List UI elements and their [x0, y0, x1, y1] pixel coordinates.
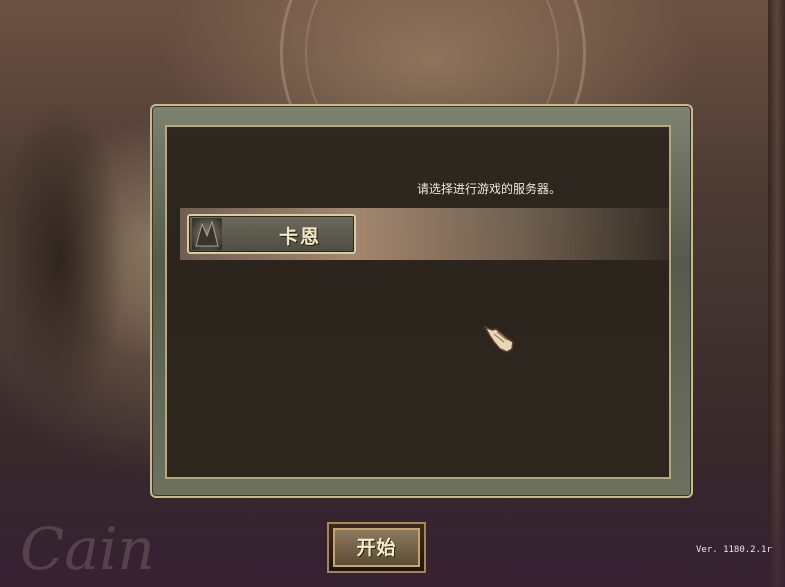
server-label: 卡恩 — [278, 226, 321, 248]
version-label: Ver. 1180.2.1r — [696, 545, 772, 555]
background-logo: Cain — [20, 515, 155, 583]
server-select-prompt: 请选择进行游戏的服务器。 — [417, 182, 562, 196]
gauntlet-cursor-icon — [482, 322, 516, 356]
server-select-panel — [165, 125, 671, 479]
server-emblem-icon — [192, 218, 222, 250]
start-button-label: 开始 — [356, 537, 397, 559]
